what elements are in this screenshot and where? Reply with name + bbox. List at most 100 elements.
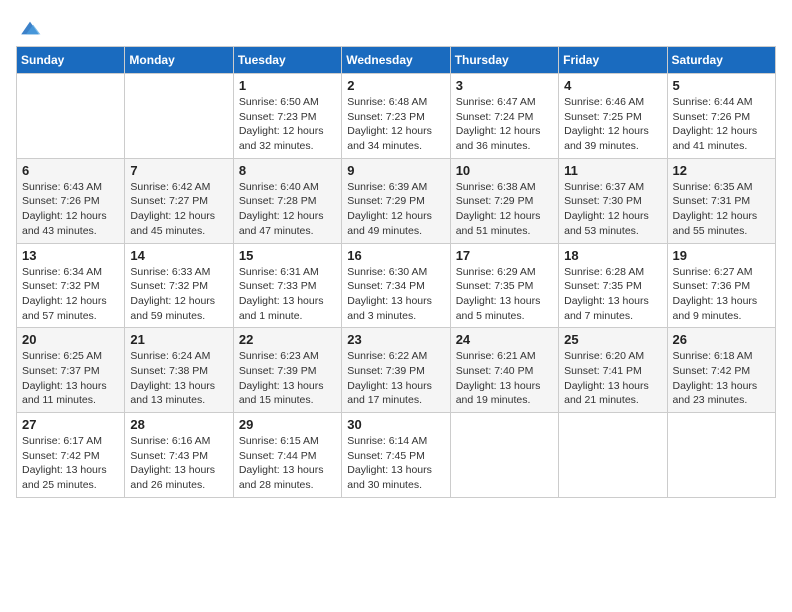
cell-info-text: Sunrise: 6:17 AM Sunset: 7:42 PM Dayligh… (22, 434, 119, 493)
cell-info-text: Sunrise: 6:46 AM Sunset: 7:25 PM Dayligh… (564, 95, 661, 154)
calendar-cell: 30 Sunrise: 6:14 AM Sunset: 7:45 PM Dayli… (342, 413, 450, 498)
calendar-cell: 17 Sunrise: 6:29 AM Sunset: 7:35 PM Dayli… (450, 243, 558, 328)
cell-day-number: 9 (347, 163, 444, 178)
cell-day-number: 18 (564, 248, 661, 263)
cell-info-text: Sunrise: 6:38 AM Sunset: 7:29 PM Dayligh… (456, 180, 553, 239)
cell-day-number: 27 (22, 417, 119, 432)
cell-info-text: Sunrise: 6:34 AM Sunset: 7:32 PM Dayligh… (22, 265, 119, 324)
cell-info-text: Sunrise: 6:28 AM Sunset: 7:35 PM Dayligh… (564, 265, 661, 324)
cell-info-text: Sunrise: 6:33 AM Sunset: 7:32 PM Dayligh… (130, 265, 227, 324)
cell-day-number: 4 (564, 78, 661, 93)
cell-info-text: Sunrise: 6:16 AM Sunset: 7:43 PM Dayligh… (130, 434, 227, 493)
calendar-week-row: 13 Sunrise: 6:34 AM Sunset: 7:32 PM Dayli… (17, 243, 776, 328)
cell-info-text: Sunrise: 6:20 AM Sunset: 7:41 PM Dayligh… (564, 349, 661, 408)
cell-day-number: 10 (456, 163, 553, 178)
cell-day-number: 24 (456, 332, 553, 347)
cell-day-number: 5 (673, 78, 770, 93)
cell-day-number: 3 (456, 78, 553, 93)
cell-info-text: Sunrise: 6:37 AM Sunset: 7:30 PM Dayligh… (564, 180, 661, 239)
cell-day-number: 23 (347, 332, 444, 347)
calendar-cell: 12 Sunrise: 6:35 AM Sunset: 7:31 PM Dayli… (667, 158, 775, 243)
calendar-cell: 23Sunrise: 6:22 AM Sunset: 7:39 PM Dayli… (342, 328, 450, 413)
cell-day-number: 17 (456, 248, 553, 263)
calendar-table: SundayMondayTuesdayWednesdayThursdayFrid… (16, 46, 776, 498)
calendar-cell: 9 Sunrise: 6:39 AM Sunset: 7:29 PM Daylig… (342, 158, 450, 243)
column-header-thursday: Thursday (450, 47, 558, 74)
cell-day-number: 13 (22, 248, 119, 263)
cell-day-number: 1 (239, 78, 336, 93)
calendar-cell (559, 413, 667, 498)
column-header-saturday: Saturday (667, 47, 775, 74)
page-header (16, 16, 776, 34)
calendar-cell: 6 Sunrise: 6:43 AM Sunset: 7:26 PM Daylig… (17, 158, 125, 243)
cell-info-text: Sunrise: 6:43 AM Sunset: 7:26 PM Dayligh… (22, 180, 119, 239)
cell-day-number: 6 (22, 163, 119, 178)
cell-info-text: Sunrise: 6:30 AM Sunset: 7:34 PM Dayligh… (347, 265, 444, 324)
calendar-cell (17, 74, 125, 159)
calendar-cell (667, 413, 775, 498)
cell-day-number: 28 (130, 417, 227, 432)
calendar-cell: 2 Sunrise: 6:48 AM Sunset: 7:23 PM Daylig… (342, 74, 450, 159)
calendar-cell: 3 Sunrise: 6:47 AM Sunset: 7:24 PM Daylig… (450, 74, 558, 159)
cell-info-text: Sunrise: 6:18 AM Sunset: 7:42 PM Dayligh… (673, 349, 770, 408)
cell-day-number: 2 (347, 78, 444, 93)
column-header-monday: Monday (125, 47, 233, 74)
cell-day-number: 15 (239, 248, 336, 263)
cell-info-text: Sunrise: 6:21 AM Sunset: 7:40 PM Dayligh… (456, 349, 553, 408)
calendar-week-row: 20Sunrise: 6:25 AM Sunset: 7:37 PM Dayli… (17, 328, 776, 413)
calendar-cell: 28 Sunrise: 6:16 AM Sunset: 7:43 PM Dayli… (125, 413, 233, 498)
calendar-week-row: 27 Sunrise: 6:17 AM Sunset: 7:42 PM Dayli… (17, 413, 776, 498)
calendar-cell: 19 Sunrise: 6:27 AM Sunset: 7:36 PM Dayli… (667, 243, 775, 328)
calendar-cell: 1 Sunrise: 6:50 AM Sunset: 7:23 PM Daylig… (233, 74, 341, 159)
cell-info-text: Sunrise: 6:27 AM Sunset: 7:36 PM Dayligh… (673, 265, 770, 324)
cell-info-text: Sunrise: 6:44 AM Sunset: 7:26 PM Dayligh… (673, 95, 770, 154)
cell-info-text: Sunrise: 6:48 AM Sunset: 7:23 PM Dayligh… (347, 95, 444, 154)
calendar-cell: 13 Sunrise: 6:34 AM Sunset: 7:32 PM Dayli… (17, 243, 125, 328)
column-header-sunday: Sunday (17, 47, 125, 74)
column-header-wednesday: Wednesday (342, 47, 450, 74)
cell-info-text: Sunrise: 6:25 AM Sunset: 7:37 PM Dayligh… (22, 349, 119, 408)
cell-info-text: Sunrise: 6:47 AM Sunset: 7:24 PM Dayligh… (456, 95, 553, 154)
calendar-header-row: SundayMondayTuesdayWednesdayThursdayFrid… (17, 47, 776, 74)
calendar-body: 1 Sunrise: 6:50 AM Sunset: 7:23 PM Daylig… (17, 74, 776, 498)
cell-day-number: 16 (347, 248, 444, 263)
calendar-cell: 25 Sunrise: 6:20 AM Sunset: 7:41 PM Dayli… (559, 328, 667, 413)
calendar-cell: 5 Sunrise: 6:44 AM Sunset: 7:26 PM Daylig… (667, 74, 775, 159)
cell-day-number: 26 (673, 332, 770, 347)
cell-info-text: Sunrise: 6:14 AM Sunset: 7:45 PM Dayligh… (347, 434, 444, 493)
cell-day-number: 22 (239, 332, 336, 347)
cell-info-text: Sunrise: 6:24 AM Sunset: 7:38 PM Dayligh… (130, 349, 227, 408)
cell-info-text: Sunrise: 6:35 AM Sunset: 7:31 PM Dayligh… (673, 180, 770, 239)
calendar-cell: 18 Sunrise: 6:28 AM Sunset: 7:35 PM Dayli… (559, 243, 667, 328)
calendar-cell: 10 Sunrise: 6:38 AM Sunset: 7:29 PM Dayli… (450, 158, 558, 243)
column-header-friday: Friday (559, 47, 667, 74)
cell-day-number: 21 (130, 332, 227, 347)
cell-info-text: Sunrise: 6:31 AM Sunset: 7:33 PM Dayligh… (239, 265, 336, 324)
cell-day-number: 30 (347, 417, 444, 432)
calendar-cell: 11 Sunrise: 6:37 AM Sunset: 7:30 PM Dayli… (559, 158, 667, 243)
calendar-cell: 15 Sunrise: 6:31 AM Sunset: 7:33 PM Dayli… (233, 243, 341, 328)
calendar-cell: 29Sunrise: 6:15 AM Sunset: 7:44 PM Dayli… (233, 413, 341, 498)
cell-info-text: Sunrise: 6:15 AM Sunset: 7:44 PM Dayligh… (239, 434, 336, 493)
calendar-cell: 27 Sunrise: 6:17 AM Sunset: 7:42 PM Dayli… (17, 413, 125, 498)
cell-info-text: Sunrise: 6:23 AM Sunset: 7:39 PM Dayligh… (239, 349, 336, 408)
calendar-week-row: 1 Sunrise: 6:50 AM Sunset: 7:23 PM Daylig… (17, 74, 776, 159)
cell-day-number: 25 (564, 332, 661, 347)
calendar-cell: 22 Sunrise: 6:23 AM Sunset: 7:39 PM Dayli… (233, 328, 341, 413)
cell-info-text: Sunrise: 6:40 AM Sunset: 7:28 PM Dayligh… (239, 180, 336, 239)
cell-day-number: 19 (673, 248, 770, 263)
cell-info-text: Sunrise: 6:50 AM Sunset: 7:23 PM Dayligh… (239, 95, 336, 154)
calendar-cell: 24 Sunrise: 6:21 AM Sunset: 7:40 PM Dayli… (450, 328, 558, 413)
cell-info-text: Sunrise: 6:39 AM Sunset: 7:29 PM Dayligh… (347, 180, 444, 239)
calendar-cell: 26 Sunrise: 6:18 AM Sunset: 7:42 PM Dayli… (667, 328, 775, 413)
cell-info-text: Sunrise: 6:42 AM Sunset: 7:27 PM Dayligh… (130, 180, 227, 239)
calendar-cell (450, 413, 558, 498)
logo-icon (18, 16, 42, 40)
column-header-tuesday: Tuesday (233, 47, 341, 74)
calendar-cell: 20Sunrise: 6:25 AM Sunset: 7:37 PM Dayli… (17, 328, 125, 413)
cell-day-number: 12 (673, 163, 770, 178)
calendar-cell: 21 Sunrise: 6:24 AM Sunset: 7:38 PM Dayli… (125, 328, 233, 413)
cell-day-number: 11 (564, 163, 661, 178)
cell-info-text: Sunrise: 6:29 AM Sunset: 7:35 PM Dayligh… (456, 265, 553, 324)
calendar-cell (125, 74, 233, 159)
